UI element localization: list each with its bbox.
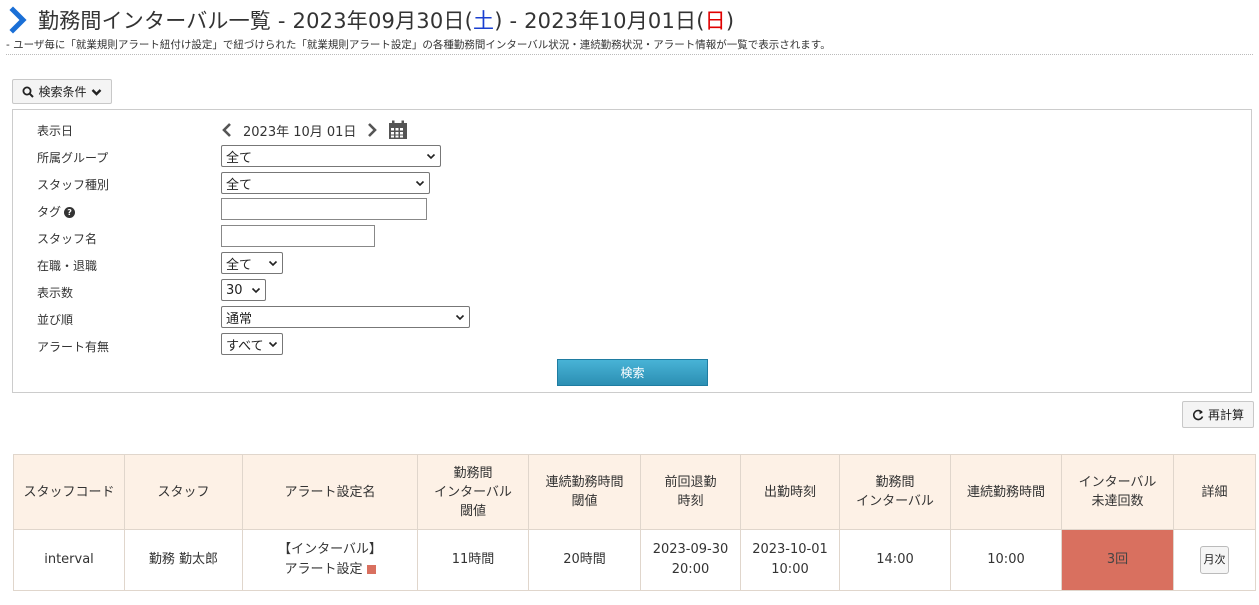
page-header: 勤務間インターバル一覧 - 2023年09月30日(土) - 2023年10月0… xyxy=(8,4,734,36)
employment-label: 在職・退職 xyxy=(37,259,98,273)
cell-previous-leave: 2023-09-30 20:00 xyxy=(640,529,741,591)
sort-order-label: 並び順 xyxy=(37,313,74,327)
display-date-value: 2023年 10月 01日 xyxy=(243,124,357,140)
chevron-down-icon xyxy=(455,314,465,321)
sunday-label: 日 xyxy=(704,9,726,33)
alert-color-swatch xyxy=(366,565,376,574)
col-previous-leave: 前回退勤 時刻 xyxy=(640,454,741,530)
cell-alert-name: 【インターバル】 アラート設定 xyxy=(242,529,418,591)
cell-staff-code: interval xyxy=(13,529,125,591)
chevron-down-icon xyxy=(268,260,278,267)
search-icon xyxy=(22,86,35,98)
col-staff: スタッフ xyxy=(124,454,243,530)
col-clock-in: 出勤時刻 xyxy=(740,454,840,530)
table-row: interval 勤務 勤太郎 【インターバル】 アラート設定 11時間 20時間… xyxy=(13,529,1256,591)
tag-label: タグ? xyxy=(37,203,76,220)
search-panel: 表示日 2023年 10月 01日 所属グループ 全て スタッフ種別 全て タグ… xyxy=(12,109,1252,393)
chevron-down-icon xyxy=(426,153,436,160)
tag-input[interactable] xyxy=(221,198,427,220)
col-unmet-count: インターバル 未達回数 xyxy=(1061,454,1174,530)
cell-consecutive-threshold: 20時間 xyxy=(528,529,641,591)
calendar-icon[interactable] xyxy=(388,120,408,140)
col-interval: 勤務間 インターバル xyxy=(839,454,951,530)
col-interval-threshold: 勤務間 インターバル 閾値 xyxy=(417,454,529,530)
alert-presence-select[interactable]: すべて xyxy=(221,333,283,355)
cell-detail: 月次 xyxy=(1173,529,1256,591)
chevron-left-icon[interactable] xyxy=(221,122,233,138)
group-select[interactable]: 全て xyxy=(221,145,441,167)
staff-name-input[interactable] xyxy=(221,225,375,247)
cell-clock-in: 2023-10-01 10:00 xyxy=(740,529,840,591)
chevron-down-icon xyxy=(415,180,425,187)
staff-type-label: スタッフ種別 xyxy=(37,178,110,192)
col-detail: 詳細 xyxy=(1173,454,1256,530)
search-conditions-toggle[interactable]: 検索条件 xyxy=(12,79,112,104)
saturday-label: 土 xyxy=(473,9,495,33)
divider xyxy=(6,54,1253,55)
page-title: 勤務間インターバル一覧 - 2023年09月30日(土) - 2023年10月0… xyxy=(38,9,735,33)
cell-unmet-count: 3回 xyxy=(1061,529,1174,591)
cell-staff: 勤務 勤太郎 xyxy=(124,529,243,591)
employment-select[interactable]: 全て xyxy=(221,252,283,274)
display-count-select[interactable]: 30 xyxy=(221,279,266,301)
display-date-label: 表示日 xyxy=(37,124,74,138)
col-consecutive-threshold: 連続勤務時間 閾値 xyxy=(528,454,641,530)
refresh-icon xyxy=(1192,409,1204,420)
cell-consecutive-time: 10:00 xyxy=(950,529,1062,591)
cell-interval-threshold: 11時間 xyxy=(417,529,529,591)
group-label: 所属グループ xyxy=(37,151,109,165)
chevron-down-icon xyxy=(251,287,261,294)
col-alert-name: アラート設定名 xyxy=(242,454,418,530)
alert-presence-label: アラート有無 xyxy=(37,340,110,354)
page-description: - ユーザ毎に「就業規則アラート紐付け設定」で紐づけられた「就業規則アラート設定… xyxy=(6,39,831,51)
col-staff-code: スタッフコード xyxy=(13,454,125,530)
table-header-row: スタッフコード スタッフ アラート設定名 勤務間 インターバル 閾値 連続勤務時間閾… xyxy=(13,454,1256,530)
chevron-down-icon xyxy=(91,88,101,96)
monthly-detail-button[interactable]: 月次 xyxy=(1200,546,1229,574)
search-conditions-label: 検索条件 xyxy=(38,85,87,99)
chevron-down-icon xyxy=(268,341,278,348)
cell-interval: 14:00 xyxy=(839,529,951,591)
search-button[interactable]: 検索 xyxy=(557,359,708,386)
recalculate-label: 再計算 xyxy=(1207,408,1244,422)
display-count-label: 表示数 xyxy=(37,286,74,300)
sort-order-select[interactable]: 通常 xyxy=(221,306,470,328)
recalculate-button[interactable]: 再計算 xyxy=(1182,401,1254,428)
col-consecutive-time: 連続勤務時間 xyxy=(950,454,1062,530)
staff-type-select[interactable]: 全て xyxy=(221,172,430,194)
chevron-right-icon xyxy=(9,6,27,34)
interval-table: スタッフコード スタッフ アラート設定名 勤務間 インターバル 閾値 連続勤務時間閾… xyxy=(13,454,1256,591)
date-picker: 2023年 10月 01日 xyxy=(221,117,408,143)
chevron-right-icon[interactable] xyxy=(366,122,378,138)
question-circle-icon[interactable]: ? xyxy=(64,207,76,218)
staff-name-label: スタッフ名 xyxy=(37,232,98,246)
